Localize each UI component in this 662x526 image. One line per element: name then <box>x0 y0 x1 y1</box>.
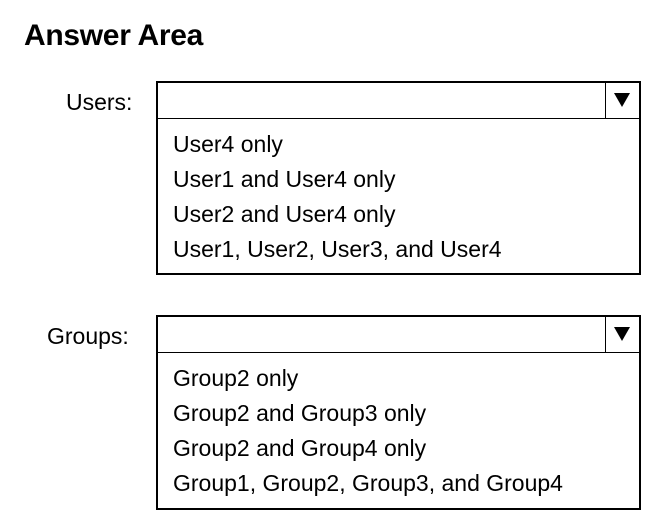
groups-dropdown[interactable]: Group2 only Group2 and Group3 only Group… <box>156 315 641 510</box>
groups-dropdown-toggle[interactable] <box>605 317 639 352</box>
users-label: Users: <box>66 89 133 115</box>
triangle-down-icon <box>614 93 630 107</box>
users-option[interactable]: User1 and User4 only <box>173 162 639 197</box>
groups-option[interactable]: Group2 and Group4 only <box>173 431 639 466</box>
users-option[interactable]: User2 and User4 only <box>173 197 639 232</box>
groups-option[interactable]: Group2 only <box>173 361 639 396</box>
users-option[interactable]: User1, User2, User3, and User4 <box>173 232 639 267</box>
answer-area-title: Answer Area <box>24 19 203 52</box>
users-dropdown-selected[interactable] <box>158 83 639 119</box>
triangle-down-icon <box>614 327 630 341</box>
groups-option[interactable]: Group1, Group2, Group3, and Group4 <box>173 466 639 501</box>
users-option[interactable]: User4 only <box>173 127 639 162</box>
groups-options-list: Group2 only Group2 and Group3 only Group… <box>158 353 639 507</box>
groups-option[interactable]: Group2 and Group3 only <box>173 396 639 431</box>
users-options-list: User4 only User1 and User4 only User2 an… <box>158 119 639 273</box>
users-dropdown[interactable]: User4 only User1 and User4 only User2 an… <box>156 81 641 275</box>
groups-dropdown-selected[interactable] <box>158 317 639 353</box>
groups-label: Groups: <box>47 323 129 349</box>
users-dropdown-toggle[interactable] <box>605 83 639 118</box>
